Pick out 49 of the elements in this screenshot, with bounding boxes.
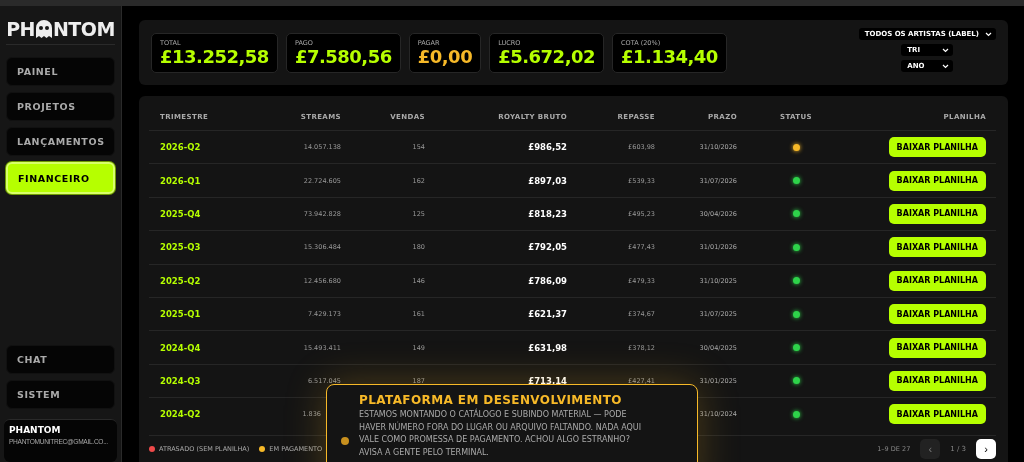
quarter-cell-text: 2025-Q2 <box>160 275 202 286</box>
quarter-cell-text: 2024-Q3 <box>160 375 202 386</box>
stat-value: £7.580,56 <box>294 46 392 67</box>
quarter-cell-text: 2025-Q4 <box>160 208 202 219</box>
stat-value: £0,00 <box>417 46 473 67</box>
table-cell-text: £631,98 <box>527 342 567 353</box>
toast-message: ESTAMOS MONTANDO O CATÁLOGO E SUBINDO MATERIAL — PODE HAVER NÚMERO FORA DO LUGAR OU ARQUIVO FALTANDO. NADA AQUI VALE COMO PROMESSA DE PAGAMENTO. ACHOU ALGO ESTRANHO? AVISA A GENTE PELO TERMINAL. <box>359 409 643 459</box>
quarter-cell-text: 2024-Q2 <box>160 409 202 420</box>
quarter-cell-text: 2025-Q1 <box>160 309 202 320</box>
nav-item[interactable]: CHAT <box>6 345 115 374</box>
logo-text: NTOM <box>52 18 115 40</box>
download-button[interactable]: BAIXAR PLANILHA <box>888 170 986 191</box>
ghost-icon <box>34 19 53 39</box>
nav-item[interactable]: PAINEL <box>6 57 115 86</box>
table-cell-text: £621,37 <box>527 309 567 320</box>
quarter-cell-text: 2024-Q4 <box>160 342 202 353</box>
chevron-down-icon <box>942 63 950 69</box>
quarter-cell-text: 2026-Q2 <box>160 142 202 153</box>
download-button[interactable]: BAIXAR PLANILHA <box>888 337 986 358</box>
stat-value: £13.252,58 <box>160 46 269 67</box>
chevron-down-icon <box>985 31 992 37</box>
chevron-down-icon <box>942 47 950 53</box>
warning-dot <box>341 437 349 445</box>
nav-item[interactable]: LANÇAMENTOS <box>6 127 115 156</box>
download-button[interactable]: BAIXAR PLANILHA <box>888 203 986 224</box>
next-page-button[interactable]: › <box>976 439 996 459</box>
download-button[interactable]: BAIXAR PLANILHA <box>888 270 986 291</box>
table-cell-text: £713,14 <box>527 375 567 386</box>
quarter-cell-text: 2025-Q3 <box>160 242 202 253</box>
table-cell-text: £897,03 <box>527 175 567 186</box>
download-button[interactable]: BAIXAR PLANILHA <box>888 404 986 425</box>
table-cell-text: £986,52 <box>527 142 567 153</box>
nav-item[interactable]: PROJETOS <box>6 92 115 121</box>
quarter-cell-text: 2026-Q1 <box>160 175 202 186</box>
download-button[interactable]: BAIXAR PLANILHA <box>888 137 986 158</box>
table-cell-text: £818,23 <box>527 208 567 219</box>
nav-item[interactable]: FINANCEIRO <box>6 162 115 194</box>
table-cell-text: £792,05 <box>527 242 567 253</box>
download-button[interactable]: BAIXAR PLANILHA <box>888 237 986 258</box>
toast-title: PLATAFORMA EM DESENVOLVIMENTO <box>359 393 623 407</box>
user-name: PHANTOM <box>9 425 62 435</box>
nav-item[interactable]: SISTEM <box>6 380 115 409</box>
stat-value: £1.134,40 <box>621 46 718 67</box>
logo-text: PH <box>6 18 35 40</box>
table-cell-text: £786,09 <box>527 275 567 286</box>
download-button[interactable]: BAIXAR PLANILHA <box>888 304 986 325</box>
previous-page-button[interactable]: ‹ <box>920 439 941 459</box>
download-button[interactable]: BAIXAR PLANILHA <box>888 370 986 391</box>
stat-value: £5.672,02 <box>498 46 596 67</box>
